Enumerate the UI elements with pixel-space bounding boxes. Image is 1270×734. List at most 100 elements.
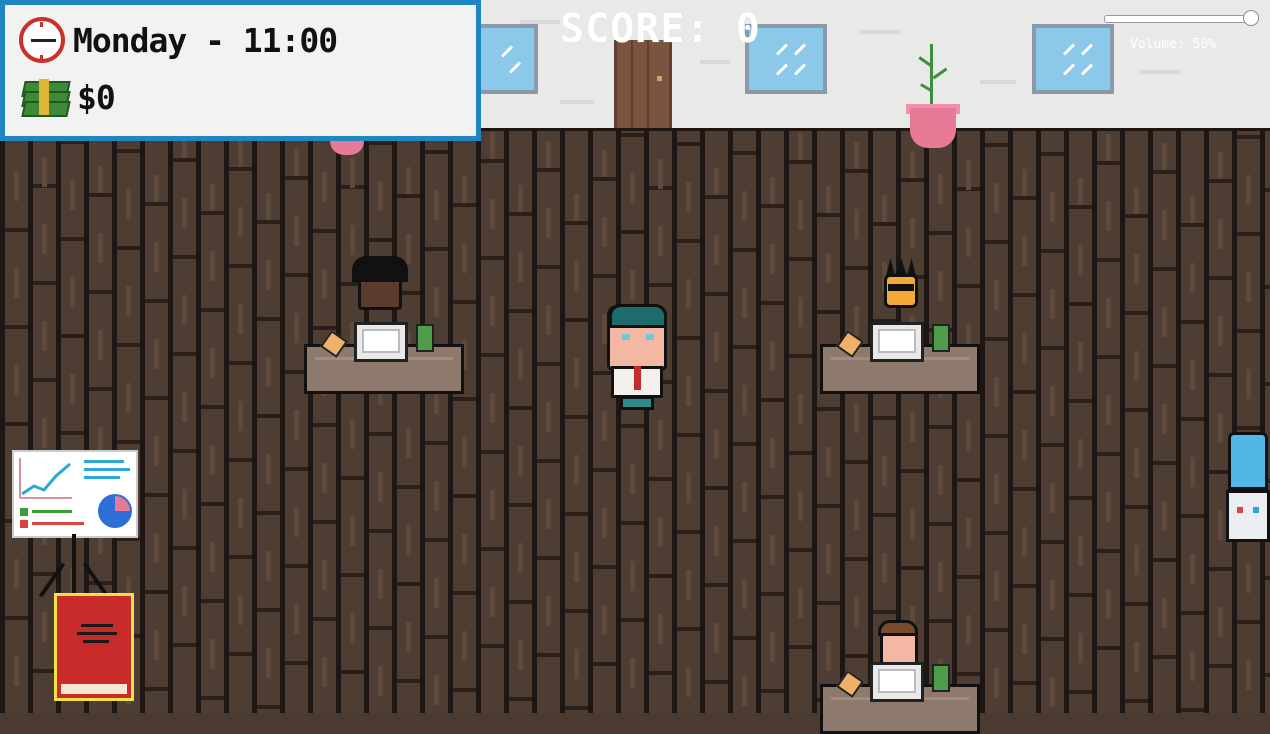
floor-wood-grain (1134, 642, 1139, 672)
floor-plank-seam (985, 240, 1008, 244)
floor-wood-grain (742, 482, 747, 512)
floor-plank-seam (1097, 355, 1120, 359)
floor-plank-seam (1265, 188, 1270, 192)
floor-wood-grain (266, 357, 271, 387)
floor-plank-seam (173, 546, 196, 550)
floor-wood-grain (1134, 545, 1139, 575)
floor-plank-seam (481, 547, 504, 551)
status-panel: Monday - 11:00 $0 (0, 0, 481, 141)
volume-slider-handle[interactable] (1243, 10, 1259, 26)
floor-plank-seam (117, 343, 140, 347)
floor-plank-seam (733, 442, 756, 446)
floor-wood-grain (966, 421, 971, 451)
water-cooler[interactable] (1226, 432, 1270, 542)
coworker-2-hair (886, 258, 916, 276)
floor-wood-grain (126, 189, 131, 219)
floor-plank-seam (873, 222, 896, 226)
floor-wood-grain (546, 596, 551, 626)
floor-plank-seam (425, 538, 448, 542)
floor-plank-edge (1036, 131, 1041, 713)
floor-wood-grain (1162, 404, 1167, 434)
floor-wood-grain (1162, 307, 1167, 337)
floor-wood-grain (1190, 263, 1195, 293)
floor-wood-grain (294, 410, 299, 440)
desk[interactable] (304, 322, 464, 394)
floor-plank-seam (845, 266, 868, 270)
floor-plank-seam (61, 334, 84, 338)
floor-wood-grain (1022, 169, 1027, 199)
floor-wood-grain (826, 544, 831, 574)
floor-plank-seam (1265, 576, 1270, 580)
floor-wood-grain (266, 454, 271, 484)
floor-plank-seam (313, 229, 336, 233)
floor-wood-grain (406, 428, 411, 458)
floor-wood-grain (826, 253, 831, 283)
floor-plank-seam (1125, 408, 1148, 412)
floor-plank-seam (957, 478, 980, 482)
player-tie (634, 366, 641, 390)
floor-plank-seam (593, 662, 616, 666)
coworker-2[interactable] (884, 274, 918, 308)
floor-wood-grain (742, 579, 747, 609)
floor-plank-seam (1125, 505, 1148, 509)
floor-plank-seam (453, 300, 476, 304)
door[interactable] (614, 40, 672, 128)
floor-plank-seam (1069, 302, 1092, 306)
floor-plank-seam (537, 265, 560, 269)
wall-brick (1140, 70, 1180, 74)
floor-plank-edge (1176, 131, 1181, 713)
floor-plank-seam (873, 513, 896, 517)
floor-wood-grain (1078, 536, 1083, 566)
floor-plank-seam (817, 213, 840, 217)
desk[interactable] (820, 662, 980, 734)
desk[interactable] (820, 322, 980, 394)
wall-brick (860, 30, 900, 34)
floor-plank-seam (957, 575, 980, 579)
floor-wood-grain (1190, 196, 1195, 226)
floor-plank-seam (397, 582, 420, 586)
floor-wood-grain (658, 420, 663, 450)
floor-wood-grain (154, 175, 159, 205)
floor-wood-grain (1050, 580, 1055, 610)
floor-plank-seam (677, 433, 700, 437)
floor-plank-seam (929, 522, 952, 526)
floor-plank-seam (453, 203, 476, 207)
floor-wood-grain (1078, 633, 1083, 663)
floor-plank-edge (756, 131, 761, 713)
floor-wood-grain (210, 184, 215, 214)
red-book[interactable] (54, 593, 134, 701)
floor-wood-grain (266, 193, 271, 223)
floor-plank-seam (565, 221, 588, 225)
floor-plank-seam (1209, 664, 1232, 668)
floor-wood-grain (630, 270, 635, 300)
floor-plank-seam (229, 652, 252, 656)
floor-plank-seam (733, 248, 756, 252)
floor-plank-seam (677, 627, 700, 631)
floor-plank-seam (1265, 285, 1270, 289)
floor-wood-grain (1050, 192, 1055, 222)
floor-plank-seam (789, 354, 812, 358)
floor-plank-seam (257, 511, 280, 515)
floor-plank-seam (1041, 249, 1064, 253)
floor-wood-grain (1218, 413, 1223, 443)
floor-plank-seam (229, 361, 252, 365)
floor-wood-grain (238, 498, 243, 528)
floor-plank-seam (1237, 620, 1260, 624)
floor-plank-seam (705, 389, 728, 393)
floor-plank-seam (761, 592, 784, 596)
floor-wood-grain (14, 656, 19, 686)
floor-plank-seam (1153, 461, 1176, 465)
floor-plank-seam (341, 573, 364, 577)
volume-slider[interactable] (1104, 15, 1256, 23)
floor-plank-seam (1209, 567, 1232, 571)
wb-legend-mark (20, 508, 28, 516)
floor-wood-grain (1078, 245, 1083, 275)
floor-plank-edge (560, 131, 565, 713)
whiteboard-chart[interactable] (12, 450, 138, 538)
floor-wood-grain (742, 191, 747, 221)
floor-plank-seam (733, 151, 756, 155)
floor-wood-grain (770, 632, 775, 662)
floor-plank-seam (929, 231, 952, 235)
floor-wood-grain (1050, 289, 1055, 319)
floor-plank-seam (817, 601, 840, 605)
